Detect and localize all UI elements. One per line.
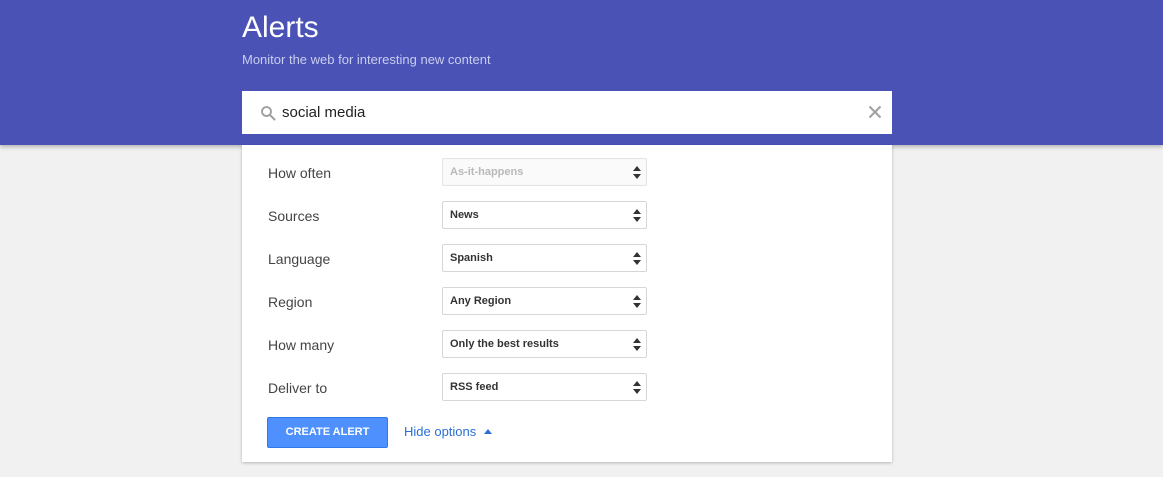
option-row-how-many: How many Only the best results [268, 330, 868, 360]
select-value: As-it-happens [450, 166, 524, 178]
region-select[interactable]: Any Region [442, 287, 647, 315]
option-label: How many [268, 337, 335, 353]
option-row-how-often: How often As-it-happens [268, 158, 868, 188]
language-select[interactable]: Spanish [442, 244, 647, 272]
search-input[interactable] [282, 91, 842, 134]
option-label: Deliver to [268, 380, 328, 396]
how-many-select[interactable]: Only the best results [442, 330, 647, 358]
hide-options-link[interactable]: Hide options [404, 424, 493, 440]
search-box [242, 91, 892, 134]
page-header: Alerts Monitor the web for interesting n… [0, 0, 1163, 145]
option-label: How often [268, 165, 332, 181]
hide-options-label: Hide options [404, 424, 477, 439]
how-often-select: As-it-happens [442, 158, 647, 186]
select-value: RSS feed [450, 381, 499, 393]
option-row-language: Language Spanish [268, 244, 868, 274]
updown-arrows-icon [633, 295, 641, 308]
close-icon[interactable] [866, 103, 884, 121]
select-value: News [450, 209, 479, 221]
page-subtitle: Monitor the web for interesting new cont… [242, 52, 491, 67]
updown-arrows-icon [633, 338, 641, 351]
option-row-sources: Sources News [268, 201, 868, 231]
updown-arrows-icon [633, 252, 641, 265]
option-row-deliver-to: Deliver to RSS feed [268, 373, 868, 403]
caret-up-icon [484, 429, 493, 434]
option-label: Language [268, 251, 331, 267]
updown-arrows-icon [633, 209, 641, 222]
option-label: Sources [268, 208, 320, 224]
sources-select[interactable]: News [442, 201, 647, 229]
select-value: Spanish [450, 252, 493, 264]
create-alert-button[interactable]: CREATE ALERT [267, 417, 388, 448]
page-title: Alerts [242, 11, 319, 44]
select-value: Only the best results [450, 338, 559, 350]
select-value: Any Region [450, 295, 512, 307]
search-icon [260, 105, 276, 121]
updown-arrows-icon [633, 166, 641, 179]
option-row-region: Region Any Region [268, 287, 868, 317]
deliver-to-select[interactable]: RSS feed [442, 373, 647, 401]
updown-arrows-icon [633, 381, 641, 394]
alert-options-panel: How often As-it-happens Sources News Lan… [242, 145, 892, 462]
option-label: Region [268, 294, 313, 310]
